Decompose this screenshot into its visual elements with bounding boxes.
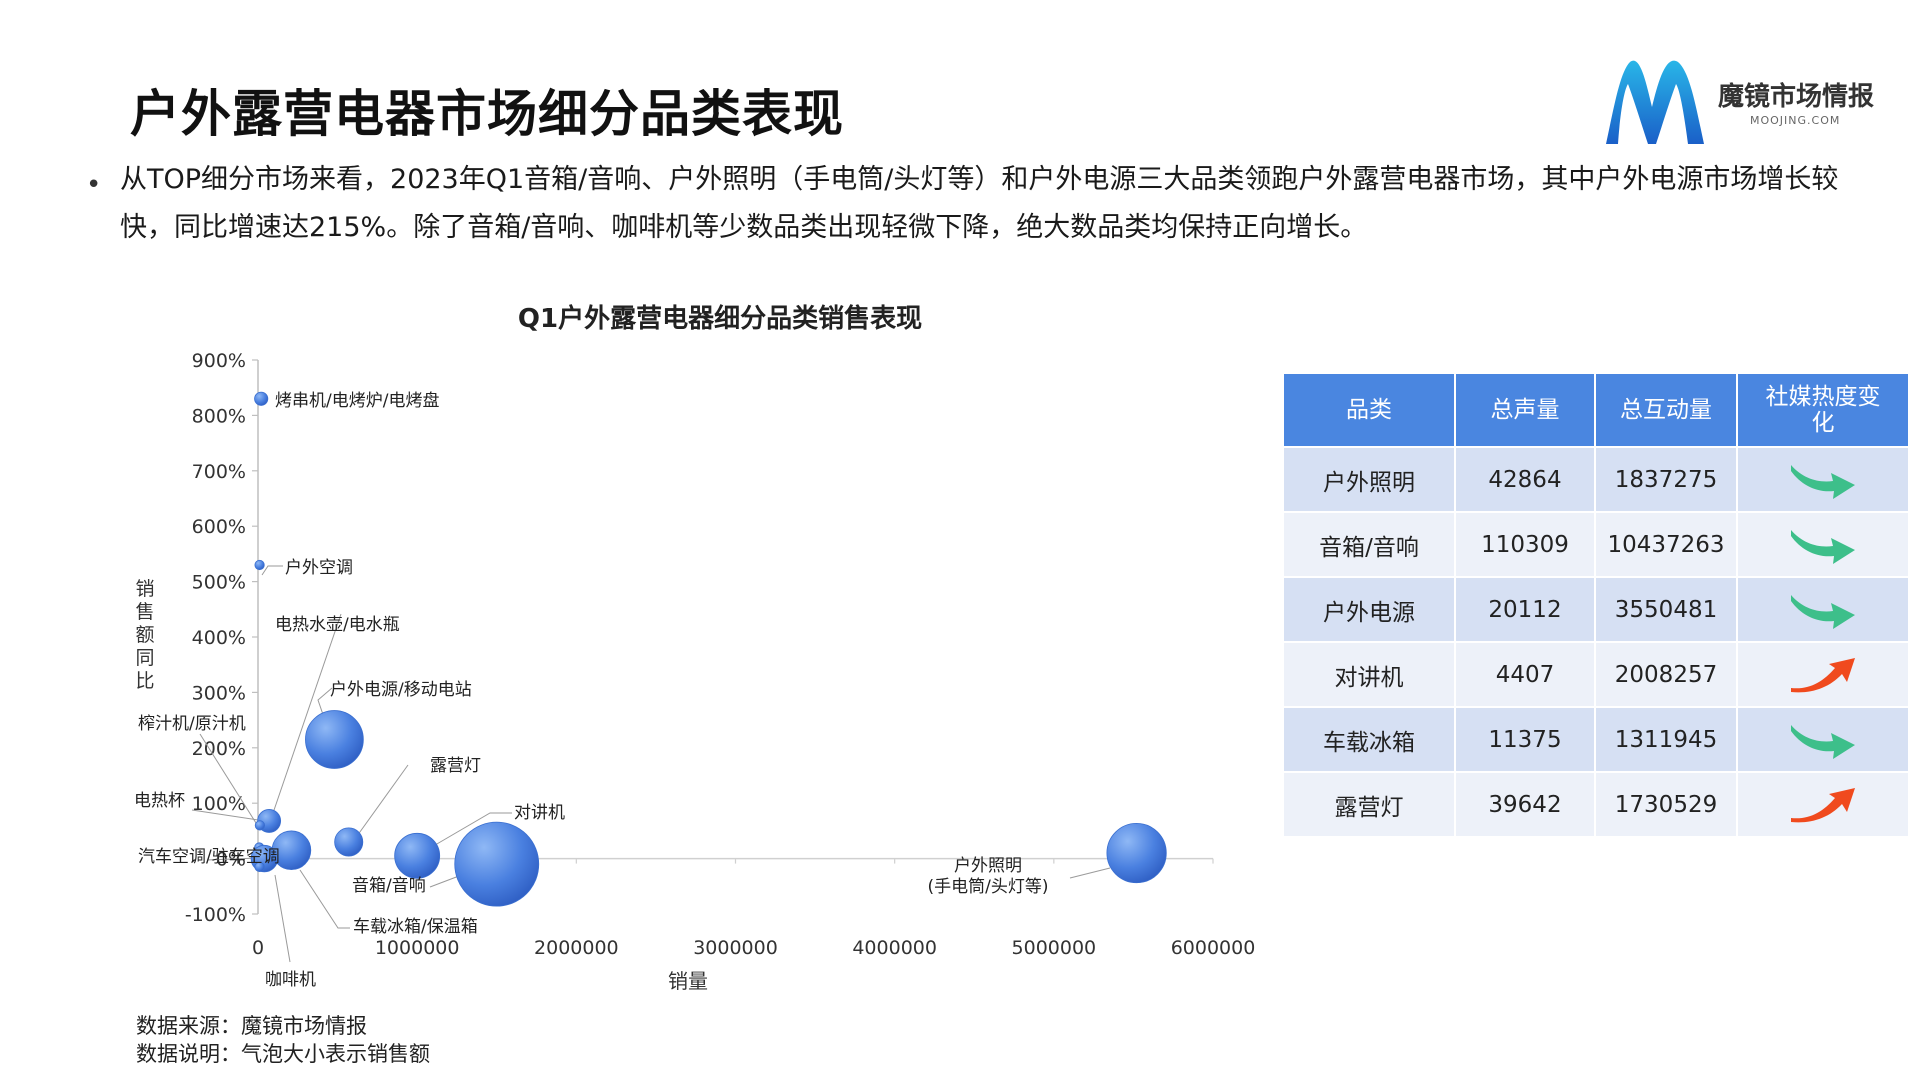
bubble-point (1106, 822, 1167, 884)
cell-interaction: 1730529 (1594, 771, 1738, 838)
x-tick-label: 1000000 (375, 937, 460, 959)
bubble-label: 户外空调 (285, 558, 353, 578)
cell-trend (1736, 771, 1910, 838)
x-tick-label: 4000000 (852, 937, 937, 959)
x-axis-title: 销量 (668, 969, 708, 993)
table-header-row: 品类 总声量 总互动量 社媒热度变化 (1282, 372, 1910, 448)
cell-category: 露营灯 (1282, 771, 1456, 838)
x-tick-label: 0 (252, 937, 264, 959)
table-row: 对讲机 4407 2008257 (1282, 641, 1910, 708)
bubble-point (394, 832, 441, 879)
y-tick-label: 600% (192, 516, 246, 538)
header-category: 品类 (1282, 372, 1456, 448)
cell-trend (1736, 511, 1910, 578)
bubble-label: 榨汁机/原汁机 (138, 714, 246, 734)
trend-flat-arrow-icon (1791, 464, 1855, 499)
source-note: 数据来源：魔镜市场情报 数据说明：气泡大小表示销售额 (136, 1012, 430, 1068)
cell-trend (1736, 706, 1910, 773)
bubble-point (454, 821, 540, 907)
x-tick-label: 2000000 (534, 937, 619, 959)
bubble-label: 户外电源/移动电站 (330, 680, 472, 700)
cell-trend (1736, 641, 1910, 708)
bubble-label: 露营灯 (430, 756, 481, 776)
y-tick-label: 500% (192, 572, 246, 594)
cell-voice: 42864 (1454, 446, 1596, 513)
cell-category: 户外照明 (1282, 446, 1456, 513)
table-row: 户外照明 42864 1837275 (1282, 446, 1910, 513)
cell-category: 车载冰箱 (1282, 706, 1456, 773)
bubble-label: 音箱/音响 (352, 876, 426, 896)
bubble-point (305, 710, 364, 769)
table-row: 车载冰箱 11375 1311945 (1282, 706, 1910, 773)
bubble-label: 电热杯 (134, 791, 185, 811)
bubble-label: 户外照明(手电筒/头灯等) (928, 856, 1049, 897)
trend-flat-arrow-icon (1791, 724, 1855, 759)
x-tick-label: 6000000 (1171, 937, 1256, 959)
cell-interaction: 1837275 (1594, 446, 1738, 513)
y-tick-label: 900% (192, 350, 246, 372)
bubble-point (254, 391, 269, 406)
leader-line (274, 874, 291, 963)
leader-line (351, 764, 409, 844)
table-row: 音箱/音响 110309 10437263 (1282, 511, 1910, 578)
trend-up-arrow-icon (1791, 787, 1855, 822)
table-row: 露营灯 39642 1730529 (1282, 771, 1910, 838)
y-tick-label: 200% (192, 738, 246, 760)
cell-category: 音箱/音响 (1282, 511, 1456, 578)
bubble-label: 电热水壶/电水瓶 (275, 615, 400, 635)
header-voice: 总声量 (1454, 372, 1596, 448)
leader-line (1069, 867, 1111, 879)
header-interaction: 总互动量 (1594, 372, 1738, 448)
note-line: 数据说明：气泡大小表示销售额 (136, 1042, 430, 1066)
cell-interaction: 3550481 (1594, 576, 1738, 643)
trend-up-arrow-icon (1791, 657, 1855, 692)
category-table: 品类 总声量 总互动量 社媒热度变化 户外照明 42864 1837275 音箱/音响… (1282, 372, 1910, 838)
trend-flat-arrow-icon (1791, 594, 1855, 629)
source-line: 数据来源：魔镜市场情报 (136, 1014, 367, 1038)
cell-category: 对讲机 (1282, 641, 1456, 708)
bubble-point (254, 559, 265, 571)
bubble-point (334, 827, 364, 857)
y-tick-label: 300% (192, 682, 246, 704)
cell-interaction: 10437263 (1594, 511, 1738, 578)
x-tick-label: 5000000 (1012, 937, 1097, 959)
y-tick-label: 100% (192, 793, 246, 815)
bubble-label: 车载冰箱/保温箱 (353, 917, 478, 937)
cell-trend (1736, 446, 1910, 513)
cell-voice: 11375 (1454, 706, 1596, 773)
y-tick-label: 700% (192, 461, 246, 483)
trend-flat-arrow-icon (1791, 529, 1855, 564)
y-tick-label: -100% (185, 904, 246, 926)
cell-interaction: 1311945 (1594, 706, 1738, 773)
header-trend: 社媒热度变化 (1736, 372, 1910, 448)
cell-voice: 39642 (1454, 771, 1596, 838)
y-tick-label: 400% (192, 627, 246, 649)
cell-voice: 110309 (1454, 511, 1596, 578)
leader-line (299, 869, 350, 929)
bubble-label: 烤串机/电烤炉/电烤盘 (275, 391, 439, 411)
cell-interaction: 2008257 (1594, 641, 1738, 708)
cell-voice: 4407 (1454, 641, 1596, 708)
cell-voice: 20112 (1454, 576, 1596, 643)
bubble-point (254, 820, 266, 831)
cell-trend (1736, 576, 1910, 643)
y-tick-label: 800% (192, 405, 246, 427)
x-tick-label: 3000000 (693, 937, 778, 959)
bubble-label: 汽车空调/驻车空调 (138, 847, 280, 867)
table-row: 户外电源 20112 3550481 (1282, 576, 1910, 643)
cell-category: 户外电源 (1282, 576, 1456, 643)
bubble-label: 对讲机 (514, 803, 565, 823)
bubble-label: 咖啡机 (265, 970, 316, 990)
leader-line (261, 565, 283, 576)
